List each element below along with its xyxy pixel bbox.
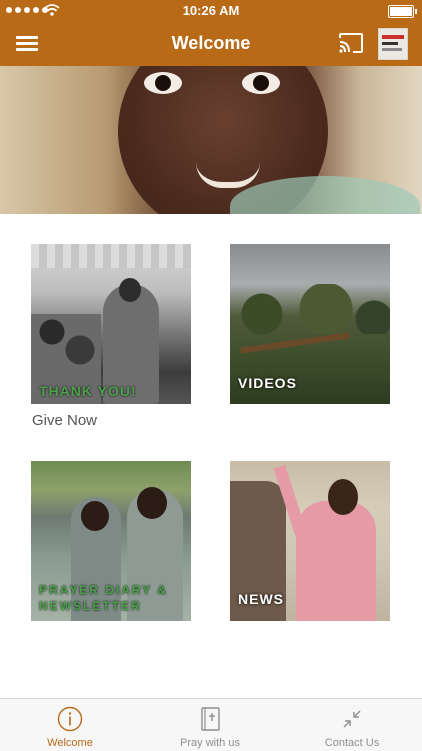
- organization-logo[interactable]: [378, 28, 408, 60]
- hero-eye-left: [144, 72, 182, 94]
- tab-contact-us-label: Contact Us: [324, 737, 380, 749]
- thank-you-label: THANK YOU!: [39, 383, 137, 399]
- prayer-diary-label: PRAYER DIARY & NEWSLETTER: [39, 583, 168, 613]
- tab-pray-with-us-label: Pray with us: [180, 737, 240, 749]
- status-time: 10:26 AM: [182, 3, 240, 18]
- cast-icon[interactable]: [338, 32, 364, 54]
- tab-pray-with-us[interactable]: Pray with us: [140, 699, 280, 751]
- tab-welcome[interactable]: Welcome: [0, 699, 140, 751]
- hero-eye-right: [242, 72, 280, 94]
- videos-label: VIDEOS: [238, 375, 297, 391]
- videos-tile[interactable]: VIDEOS: [230, 244, 390, 404]
- tab-welcome-label: Welcome: [47, 737, 93, 749]
- tab-contact-us[interactable]: Contact Us: [282, 699, 422, 751]
- status-bar: 10:26 AM: [0, 0, 422, 22]
- bible-icon: [201, 707, 220, 731]
- battery-icon: [388, 5, 417, 18]
- news-label: NEWS: [238, 591, 284, 607]
- news-tile[interactable]: NEWS: [230, 461, 390, 621]
- info-icon: [57, 706, 83, 732]
- nav-bar: Welcome: [0, 22, 422, 66]
- collapse-arrows-icon: [343, 710, 361, 728]
- prayer-diary-tile[interactable]: PRAYER DIARY & NEWSLETTER: [31, 461, 191, 621]
- tab-bar: Welcome Pray with us Contact Us: [0, 698, 422, 751]
- hero-image: [0, 66, 422, 214]
- thank-you-tile[interactable]: THANK YOU!: [31, 244, 191, 404]
- give-now-link[interactable]: Give Now: [32, 412, 97, 429]
